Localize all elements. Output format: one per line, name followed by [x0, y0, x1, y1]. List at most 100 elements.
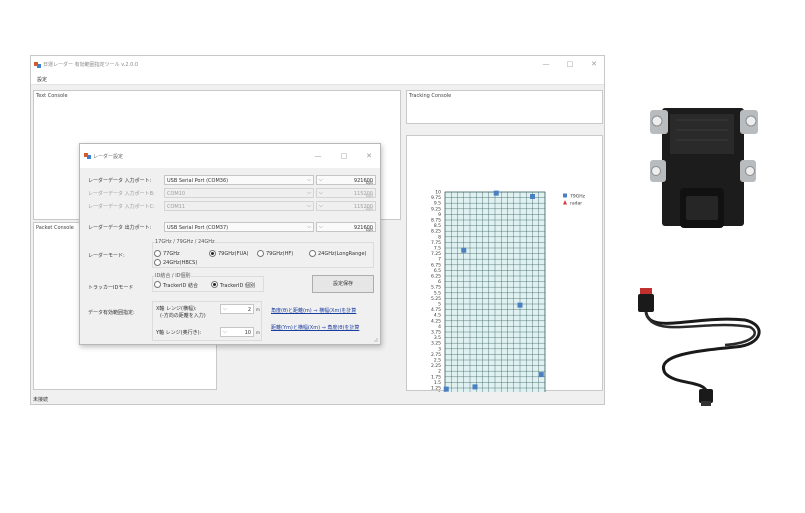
data-point-79ghz [517, 302, 523, 308]
radio-79ghz-fua[interactable] [209, 250, 216, 257]
y-tick-label: 5.5 [434, 290, 441, 296]
y-tick-label: 2 [438, 369, 441, 375]
radio-tracker-individual[interactable] [211, 281, 218, 288]
dialog-title: レーダー設定 [93, 154, 124, 160]
tracking-console-label: Tracking Console [409, 93, 452, 99]
radio-24ghz-hbcs-label: 24GHz(HBCS) [163, 260, 198, 266]
radar-settings-dialog: レーダー設定 — □ ✕ レーダーデータ 入力ポート: USB Serial P… [79, 143, 381, 345]
resize-grip-icon[interactable] [372, 336, 378, 342]
y-tick-label: 7.25 [431, 251, 441, 257]
chevron-down-icon: ⌵ [319, 177, 323, 183]
y-tick-label: 6.25 [431, 274, 441, 280]
bps-unit: bps [366, 193, 374, 198]
radio-24ghz-longrange-label: 24GHz(LongRange) [318, 251, 367, 257]
menu-settings[interactable]: 設定 [37, 76, 47, 83]
tracker-mode-label: トラッカーIDモード [88, 285, 134, 291]
range-label: データ有効範囲指定: [88, 310, 135, 316]
maximize-button[interactable]: □ [565, 60, 575, 68]
y-tick-label: 4.5 [434, 313, 441, 319]
tracker-mode-group-title: ID結合 / ID個別 [155, 272, 191, 279]
y-tick-label: 1.5 [434, 380, 441, 386]
chevron-down-icon: ⌵ [319, 224, 323, 230]
radar-mode-label: レーダーモード: [88, 253, 125, 259]
title-bar: 日運レーダー 有効範囲指定ツール v.2.0.0 — □ ✕ [31, 56, 604, 73]
y-tick-label: 3 [438, 346, 441, 352]
data-point-79ghz [443, 386, 449, 392]
chevron-down-icon: ⌵ [307, 203, 311, 209]
data-point-79ghz [530, 193, 535, 199]
y-tick-label: 5.25 [431, 296, 441, 302]
packet-console-label: Packet Console [36, 225, 74, 231]
tracking-console[interactable]: Tracking Console [406, 90, 603, 124]
legend-swatch-79ghz [563, 193, 567, 198]
y-tick-label: 8 [438, 234, 441, 240]
chevron-down-icon: ⌵ [307, 190, 311, 196]
width-to-angle-link[interactable]: 距離(Ym)と横幅(Xm) ⇒ 角度(θ)を計算 [271, 324, 359, 331]
data-point-79ghz [472, 384, 478, 390]
radio-79ghz-hf[interactable] [257, 250, 264, 257]
legend-label: 79GHz [570, 194, 586, 200]
y-tick-label: 4.75 [431, 307, 441, 313]
input-port-b-select[interactable]: COM10 ⌵ [164, 188, 314, 198]
y-tick-label: 9 [438, 212, 441, 218]
radio-77ghz-label: 77GHz [163, 251, 180, 257]
y-tick-label: 8.75 [431, 218, 441, 224]
radio-24ghz-hbcs[interactable] [154, 259, 161, 266]
x-range-input[interactable]: ⌵ 2 [220, 304, 254, 314]
y-tick-label: 7 [438, 257, 441, 263]
y-tick-label: 6 [438, 279, 441, 285]
y-tick-label: 3.75 [431, 330, 441, 336]
bps-unit: bps [366, 206, 374, 211]
output-port-select[interactable]: USB Serial Port (COM37) ⌵ [164, 222, 314, 232]
y-tick-label: 7.75 [431, 240, 441, 246]
x-range-unit: m [256, 307, 260, 312]
cable-image [638, 288, 761, 406]
radio-79ghz-hf-label: 79GHz(HF) [266, 251, 294, 257]
angle-to-width-link[interactable]: 角度(θ)と距離(m) ⇒ 横幅(Xm)を計算 [271, 307, 356, 314]
y-tick-label: 4.25 [431, 318, 441, 324]
radio-24ghz-longrange[interactable] [309, 250, 316, 257]
y-tick-label: 1.75 [431, 374, 441, 380]
input-port-b-label: レーダーデータ 入力ポートB: [88, 191, 155, 197]
radio-77ghz[interactable] [154, 250, 161, 257]
radio-tracker-combined[interactable] [154, 281, 161, 288]
x-range-note: (-方向の距離を入力) [160, 313, 206, 319]
spinner-icon: ⌵ [223, 306, 227, 312]
bps-unit: bps [366, 227, 374, 232]
y-tick-label: 5.75 [431, 285, 441, 291]
close-button[interactable]: ✕ [589, 60, 599, 68]
spinner-icon: ⌵ [223, 329, 227, 335]
y-tick-label: 6.5 [434, 268, 441, 274]
dialog-close-button[interactable]: ✕ [364, 152, 374, 160]
chevron-down-icon: ⌵ [319, 190, 323, 196]
chevron-down-icon: ⌵ [319, 203, 323, 209]
dialog-maximize-button[interactable]: □ [339, 152, 349, 160]
input-port-a-select[interactable]: USB Serial Port (COM36) ⌵ [164, 175, 314, 185]
dialog-title-bar: レーダー設定 — □ ✕ [80, 144, 380, 168]
input-port-a-label: レーダーデータ 入力ポート: [88, 178, 152, 184]
legend-swatch-radar [563, 200, 567, 205]
dialog-minimize-button[interactable]: — [313, 152, 323, 160]
y-tick-label: 4 [438, 324, 441, 330]
app-icon [34, 62, 41, 68]
minimize-button[interactable]: — [541, 60, 551, 68]
radio-tracker-individual-label: TrackerID 個別 [220, 283, 255, 289]
data-point-79ghz [461, 247, 467, 253]
y-tick-label: 3.25 [431, 341, 441, 347]
radio-tracker-combined-label: TrackerID 結合 [163, 283, 198, 289]
y-tick-label: 9.25 [431, 206, 441, 212]
save-settings-button[interactable]: 設定保存 [312, 275, 374, 293]
input-port-c-label: レーダーデータ 入力ポートC: [88, 204, 155, 210]
radar-mode-group-title: 17GHz / 79GHz / 24GHz [155, 239, 215, 245]
y-tick-label: 9.5 [434, 201, 441, 207]
input-port-c-select[interactable]: COM11 ⌵ [164, 201, 314, 211]
y-tick-label: 8.5 [434, 223, 441, 229]
status-text: 未接続 [33, 397, 49, 403]
chevron-down-icon: ⌵ [307, 177, 311, 183]
y-tick-label: 3.5 [434, 335, 441, 341]
x-range-label: X軸 レンジ(横幅): [156, 306, 197, 312]
y-range-input[interactable]: ⌵ 10 [220, 327, 254, 337]
y-tick-label: 7.5 [434, 246, 441, 252]
y-tick-label: 9.75 [431, 195, 441, 201]
tracking-scatter-plot: 00.250.50.7511.251.51.7522.252.52.7533.2… [431, 190, 586, 433]
